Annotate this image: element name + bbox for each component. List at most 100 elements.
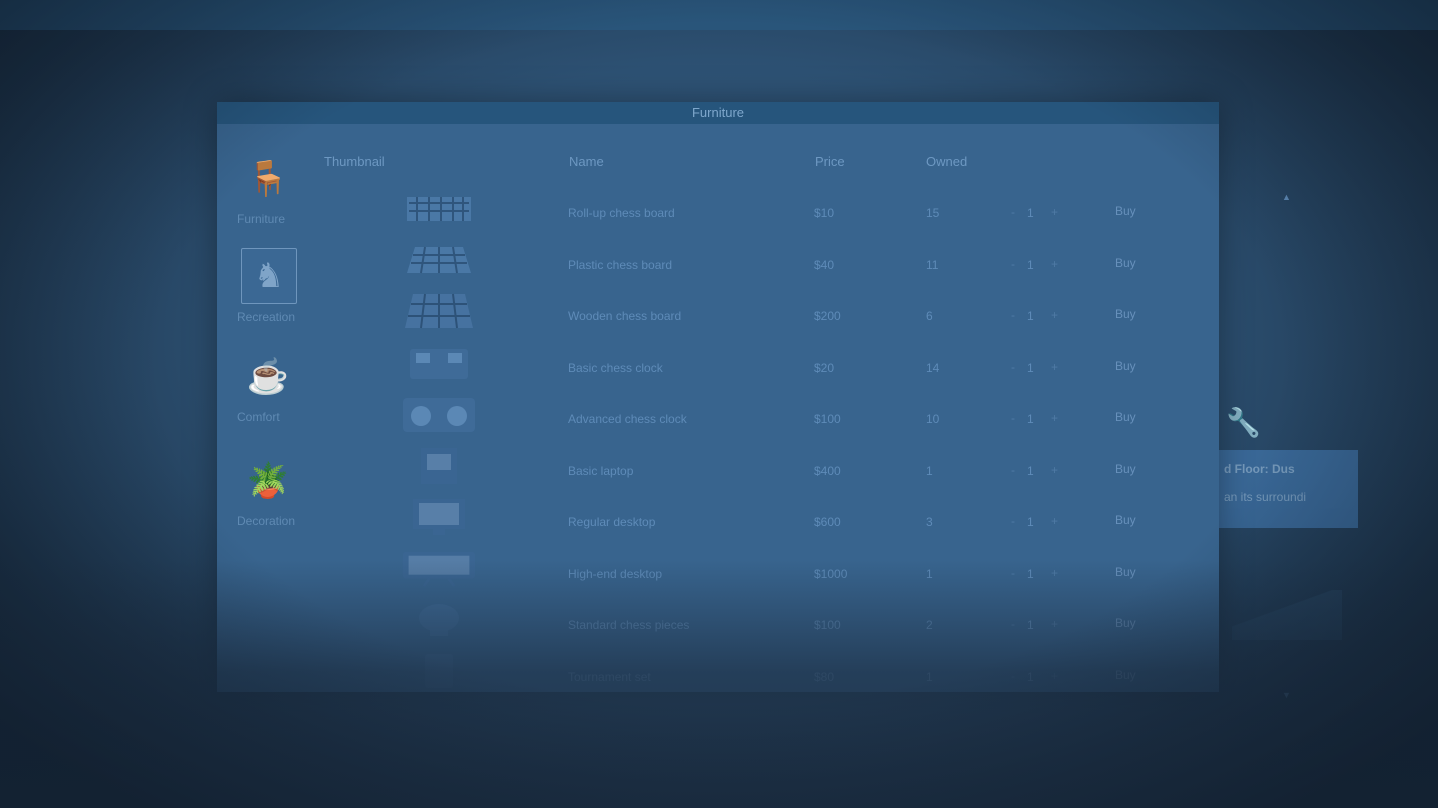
table-row: Standard chess pieces $100 2 -1 + Buy (317, 600, 1177, 648)
buy-button[interactable]: Buy (1115, 256, 1136, 270)
increment-button[interactable]: + (1051, 617, 1058, 631)
item-owned: 3 (926, 515, 933, 529)
item-owned: 14 (926, 360, 940, 375)
chess-pieces-icon (401, 600, 477, 640)
column-header-name: Name (569, 154, 604, 169)
buy-button[interactable]: Buy (1115, 462, 1136, 476)
increment-button[interactable]: + (1051, 308, 1058, 322)
item-name: Basic chess clock (568, 360, 663, 375)
shop-window: Furniture 🪑 Furniture ♞ Recreation ☕ Com… (217, 102, 1291, 700)
table-row: Basic chess clock $20 14 -1 + Buy (317, 343, 1177, 391)
item-price: $10 (814, 206, 835, 220)
scroll-up-icon[interactable]: ▲ (1282, 192, 1291, 202)
item-owned: 1 (926, 463, 933, 478)
buy-button[interactable]: Buy (1115, 410, 1136, 424)
item-price: $1000 (814, 566, 848, 581)
buy-button[interactable]: Buy (1115, 668, 1136, 682)
buy-button[interactable]: Buy (1115, 616, 1136, 630)
increment-button[interactable]: + (1051, 669, 1058, 683)
item-name: Wooden chess board (568, 309, 682, 323)
item-name: Tournament set (568, 669, 651, 684)
quantity-value: 1 (1027, 309, 1034, 323)
category-label: Recreation (237, 310, 296, 324)
card-line-2: an its surroundi (1224, 490, 1307, 504)
buy-button[interactable]: Buy (1115, 307, 1136, 321)
buy-button[interactable]: Buy (1115, 565, 1136, 579)
column-header-price: Price (815, 154, 845, 169)
buy-button[interactable]: Buy (1115, 204, 1136, 218)
item-name: Basic laptop (568, 463, 634, 478)
category-label: Decoration (237, 514, 296, 528)
table-row: Regular desktop $600 3 -1 + Buy (317, 497, 1177, 545)
increment-button[interactable]: + (1051, 360, 1058, 374)
table-row: High-end desktop $1000 1-1 + Buy (317, 549, 1177, 597)
item-owned: 15 (926, 206, 940, 220)
item-price: $80 (814, 669, 835, 684)
increment-button[interactable]: + (1051, 257, 1058, 271)
item-name: Advanced chess clock (568, 412, 687, 426)
table-row: Tournament set $80 1-1 + Buy (317, 652, 1177, 700)
quantity-value: 1 (1027, 412, 1034, 426)
category-recreation[interactable]: ♞ Recreation (237, 248, 307, 338)
item-name: Regular desktop (568, 515, 656, 529)
item-owned: 11 (926, 257, 939, 272)
chair-icon: 🪑 (246, 160, 290, 198)
decrement-button[interactable]: - (1011, 308, 1015, 322)
item-name: Roll-up chess board (568, 206, 675, 220)
wooden-chessboard-icon (401, 291, 477, 331)
decrement-button[interactable]: - (1011, 205, 1015, 219)
category-label: Comfort (237, 410, 280, 424)
category-label: Furniture (237, 212, 286, 226)
table-row: Advanced chess clock $100 10 -1 + Buy (317, 394, 1177, 442)
item-owned: 1 (926, 566, 933, 581)
table-scrollbar[interactable]: ▲ ▼ (1280, 186, 1292, 706)
quantity-value: 1 (1027, 257, 1034, 272)
column-header-owned: Owned (926, 154, 968, 169)
basic-laptop-icon (401, 446, 477, 486)
regular-desktop-icon (401, 497, 477, 537)
quantity-value: 1 (1027, 463, 1034, 478)
tool-icon: 🔧 (1226, 407, 1261, 438)
highend-desktop-icon (401, 549, 477, 589)
decrement-button[interactable]: - (1011, 617, 1015, 631)
quantity-value: 1 (1027, 669, 1034, 684)
increment-button[interactable]: + (1051, 205, 1058, 219)
increment-button[interactable]: + (1051, 411, 1058, 425)
category-decoration[interactable]: 🪴 Decoration (237, 454, 307, 544)
decrement-button[interactable]: - (1011, 566, 1015, 580)
category-sidebar: 🪑 Furniture ♞ Recreation ☕ Comfort 🪴 Dec… (217, 124, 317, 692)
tournament-set-icon (401, 652, 477, 692)
chess-piece-icon: ♞ (241, 248, 297, 304)
category-comfort[interactable]: ☕ Comfort (237, 350, 307, 440)
buy-button[interactable]: Buy (1115, 513, 1136, 527)
decrement-button[interactable]: - (1011, 360, 1015, 374)
increment-button[interactable]: + (1051, 566, 1058, 580)
item-price: $100 (814, 412, 841, 426)
rollup-chessboard-icon (401, 188, 477, 228)
item-price: $400 (814, 463, 841, 478)
item-name: Standard chess pieces (568, 618, 690, 632)
decrement-button[interactable]: - (1011, 463, 1015, 477)
item-price: $40 (814, 257, 835, 272)
plastic-chessboard-icon (401, 240, 477, 280)
scroll-down-icon[interactable]: ▼ (1282, 690, 1291, 700)
basic-chess-clock-icon (401, 343, 477, 383)
decrement-button[interactable]: - (1011, 514, 1015, 528)
item-owned: 1 (926, 669, 933, 684)
table-row: Wooden chess board $200 6 -1 + Buy (317, 291, 1177, 339)
increment-button[interactable]: + (1051, 514, 1058, 528)
increment-button[interactable]: + (1051, 463, 1058, 477)
item-owned: 2 (926, 618, 933, 632)
decrement-button[interactable]: - (1011, 411, 1015, 425)
category-furniture[interactable]: 🪑 Furniture (237, 152, 307, 242)
buy-button[interactable]: Buy (1115, 359, 1136, 373)
item-price: $200 (814, 309, 841, 323)
item-name: Plastic chess board (568, 257, 673, 272)
table-row: Roll-up chess board $10 15 -1 + Buy (317, 188, 1177, 236)
window-title: Furniture (217, 102, 1219, 124)
quantity-value: 1 (1027, 206, 1034, 220)
decrement-button[interactable]: - (1011, 257, 1015, 271)
item-price: $600 (814, 515, 841, 529)
quantity-value: 1 (1027, 515, 1034, 529)
decrement-button[interactable]: - (1011, 669, 1015, 683)
